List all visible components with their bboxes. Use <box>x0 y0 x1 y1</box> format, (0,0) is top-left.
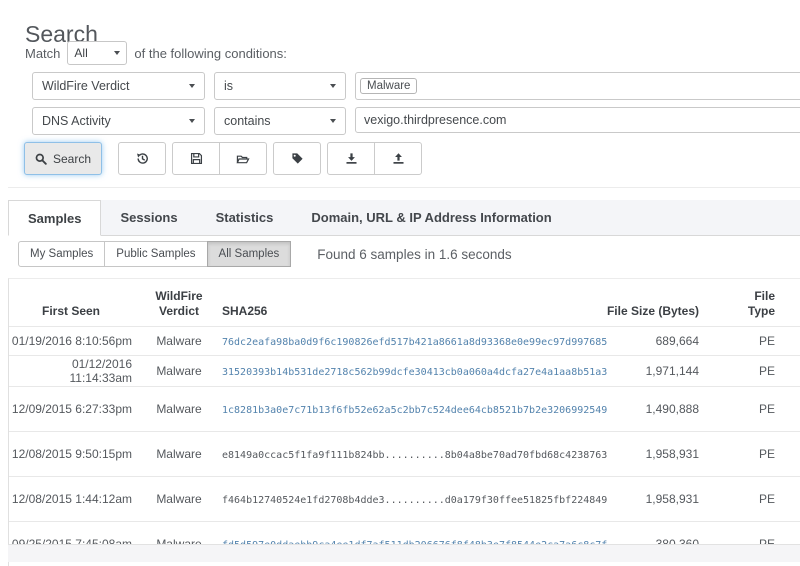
condition-operator-select[interactable]: is <box>214 72 346 100</box>
results-table: First Seen WildFire Verdict SHA256 File … <box>8 278 800 566</box>
cell-sha256[interactable]: 31520393b14b531de2718c562b99dcfe30413cb0… <box>222 367 607 378</box>
scope-my-samples-button[interactable]: My Samples <box>18 241 105 267</box>
tab-statistics[interactable]: Statistics <box>197 200 293 235</box>
table-row[interactable]: 12/08/2015 9:50:15pm Malware e8149a0ccac… <box>9 432 800 477</box>
table-footer-strip <box>8 544 800 562</box>
chevron-down-icon <box>189 84 195 88</box>
table-row[interactable]: 12/09/2015 6:27:33pm Malware 1c8281b3a0e… <box>9 387 800 432</box>
search-history-button[interactable] <box>118 142 166 175</box>
tab-sessions[interactable]: Sessions <box>101 200 196 235</box>
cell-first-seen: 12/08/2015 9:50:15pm <box>9 432 144 477</box>
match-condition-row: Match All of the following conditions: <box>25 41 287 65</box>
table-row[interactable]: 01/12/2016 11:14:33am Malware 31520393b1… <box>9 356 800 387</box>
scope-all-samples-button[interactable]: All Samples <box>207 241 292 267</box>
chevron-down-icon <box>189 119 195 123</box>
value-tag-chip[interactable]: Malware <box>360 78 417 94</box>
condition-operator-select[interactable]: contains <box>214 107 346 135</box>
column-header-file-type: File Type <box>711 279 800 327</box>
results-tabs: Samples Sessions Statistics Domain, URL … <box>8 200 800 236</box>
result-summary: Found 6 samples in 1.6 seconds <box>317 247 511 262</box>
sample-scope-row: My Samples Public Samples All Samples Fo… <box>18 241 512 267</box>
table-row[interactable]: 01/19/2016 8:10:56pm Malware 76dc2eafa98… <box>9 327 800 356</box>
cell-file-type: PE <box>711 477 800 522</box>
conditions-list: WildFire Verdict is Malware DNS Activity… <box>32 72 800 135</box>
column-header-file-size: File Size (Bytes) <box>561 279 711 327</box>
cell-file-type: PE <box>711 432 800 477</box>
import-upload-button[interactable] <box>374 142 422 175</box>
cell-verdict: Malware <box>144 327 214 356</box>
download-icon <box>345 152 358 165</box>
cell-first-seen: 12/08/2015 1:44:12am <box>9 477 144 522</box>
cell-sha256: f464b12740524e1fd2708b4dde3..........d0a… <box>222 495 607 506</box>
condition-field-select[interactable]: WildFire Verdict <box>32 72 205 100</box>
cell-file-type: PE <box>711 387 800 432</box>
cell-sha256[interactable]: 76dc2eafa98ba0d9f6c190826efd517b421a8661… <box>222 337 607 348</box>
condition-field-select[interactable]: DNS Activity <box>32 107 205 135</box>
save-search-button[interactable] <box>172 142 220 175</box>
table-header-row: First Seen WildFire Verdict SHA256 File … <box>9 279 800 327</box>
match-select-value: All <box>74 46 87 60</box>
cell-verdict: Malware <box>144 432 214 477</box>
match-label: Match <box>25 46 60 61</box>
cell-first-seen: 12/09/2015 6:27:33pm <box>9 387 144 432</box>
tab-samples[interactable]: Samples <box>8 200 101 236</box>
match-label-suffix: of the following conditions: <box>134 46 286 61</box>
condition-operator-value: contains <box>224 114 271 128</box>
chevron-down-icon <box>114 51 120 55</box>
condition-row-1: WildFire Verdict is Malware <box>32 72 800 100</box>
results-tbody: 01/19/2016 8:10:56pm Malware 76dc2eafa98… <box>9 327 800 566</box>
tab-domain-url-ip[interactable]: Domain, URL & IP Address Information <box>292 200 570 235</box>
condition-row-2: DNS Activity contains <box>32 107 800 135</box>
column-header-sha256: SHA256 <box>214 279 561 327</box>
tag-button[interactable] <box>273 142 321 175</box>
condition-field-value: WildFire Verdict <box>42 79 130 93</box>
column-header-first-seen: First Seen <box>9 279 144 327</box>
open-search-button[interactable] <box>219 142 267 175</box>
cell-sha256: e8149a0ccac5f1fa9f111b824bb..........8b0… <box>222 450 607 461</box>
chevron-down-icon <box>330 84 336 88</box>
search-button[interactable]: Search <box>24 142 102 175</box>
table-row[interactable]: 12/08/2015 1:44:12am Malware f464b127405… <box>9 477 800 522</box>
search-toolbar: Search <box>24 142 422 175</box>
cell-sha256[interactable]: 1c8281b3a0e7c71b13f6fb52e62a5c2bb7c524de… <box>222 405 607 416</box>
export-download-button[interactable] <box>327 142 375 175</box>
condition-value-input[interactable] <box>355 107 800 133</box>
condition-field-value: DNS Activity <box>42 114 111 128</box>
cell-file-type: PE <box>711 327 800 356</box>
cell-verdict: Malware <box>144 387 214 432</box>
history-icon <box>136 152 149 165</box>
condition-value-input[interactable]: Malware <box>355 72 800 100</box>
cell-file-type: PE <box>711 356 800 387</box>
cell-verdict: Malware <box>144 356 214 387</box>
search-button-label: Search <box>53 152 91 166</box>
section-divider <box>8 187 800 188</box>
chevron-down-icon <box>330 119 336 123</box>
upload-icon <box>392 152 405 165</box>
condition-operator-value: is <box>224 79 233 93</box>
cell-first-seen: 01/19/2016 8:10:56pm <box>9 327 144 356</box>
match-select[interactable]: All <box>67 41 127 65</box>
save-icon <box>190 152 203 165</box>
open-folder-icon <box>236 152 250 165</box>
column-header-wildfire-verdict: WildFire Verdict <box>144 279 214 327</box>
scope-public-samples-button[interactable]: Public Samples <box>104 241 207 267</box>
search-icon <box>35 153 47 165</box>
tag-icon <box>291 152 304 165</box>
cell-first-seen: 01/12/2016 11:14:33am <box>9 356 144 387</box>
cell-verdict: Malware <box>144 477 214 522</box>
